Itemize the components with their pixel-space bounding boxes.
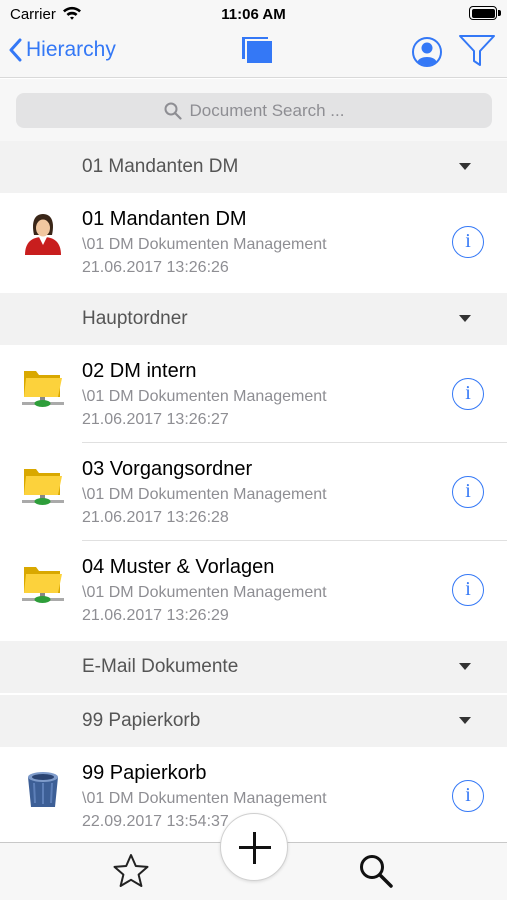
info-button[interactable]: i: [452, 226, 484, 258]
filter-icon[interactable]: [458, 34, 496, 68]
battery-icon: [469, 6, 501, 20]
item-path: \01 DM Dokumenten Management: [82, 486, 327, 503]
search-placeholder: Document Search ...: [189, 100, 345, 120]
list-item[interactable]: 04 Muster & Vorlagen \01 DM Dokumenten M…: [0, 541, 507, 639]
item-date: 21.06.2017 13:26:29: [82, 607, 229, 624]
list-item[interactable]: 01 Mandanten DM \01 DM Dokumenten Manage…: [0, 193, 507, 291]
caret-down-icon: [459, 663, 471, 670]
section-header-hauptordner[interactable]: Hauptordner: [0, 293, 507, 345]
search-area: Document Search ...: [0, 79, 507, 141]
item-title: 01 Mandanten DM: [82, 208, 247, 230]
list-item[interactable]: 03 Vorgangsordner \01 DM Dokumenten Mana…: [0, 443, 507, 541]
magnifier-icon[interactable]: [358, 853, 394, 889]
status-time: 11:06 AM: [221, 6, 286, 23]
client-person-icon: [25, 214, 61, 255]
item-path: \01 DM Dokumenten Management: [82, 236, 327, 253]
caret-down-icon: [459, 163, 471, 170]
item-date: 21.06.2017 13:26:26: [82, 259, 229, 276]
section-header-mandanten[interactable]: 01 Mandanten DM: [0, 141, 507, 193]
network-folder-icon: [22, 371, 64, 407]
network-folder-icon: [22, 469, 64, 505]
info-button[interactable]: i: [452, 378, 484, 410]
info-button[interactable]: i: [452, 780, 484, 812]
section-title: 01 Mandanten DM: [82, 156, 239, 177]
item-date: 21.06.2017 13:26:28: [82, 509, 229, 526]
section-header-papierkorb[interactable]: 99 Papierkorb: [0, 695, 507, 747]
chevron-left-icon: [9, 38, 22, 62]
user-circle-icon[interactable]: [411, 36, 443, 68]
navigation-bar: Hierarchy: [0, 28, 507, 78]
item-date: 21.06.2017 13:26:27: [82, 411, 229, 428]
stacked-documents-icon[interactable]: [241, 36, 275, 66]
item-path: \01 DM Dokumenten Management: [82, 584, 327, 601]
section-title: Hauptordner: [82, 308, 188, 329]
network-folder-icon: [22, 567, 64, 603]
search-icon: [164, 102, 182, 120]
item-date: 22.09.2017 13:54:37: [82, 813, 229, 830]
trash-bin-icon: [28, 772, 58, 807]
star-icon[interactable]: [112, 853, 150, 889]
back-button-label: Hierarchy: [26, 38, 116, 61]
list-item[interactable]: 02 DM intern \01 DM Dokumenten Managemen…: [0, 345, 507, 443]
back-button[interactable]: Hierarchy: [8, 38, 116, 62]
add-button[interactable]: [220, 813, 288, 881]
status-bar: Carrier 11:06 AM: [0, 0, 507, 28]
item-title: 02 DM intern: [82, 360, 197, 382]
item-path: \01 DM Dokumenten Management: [82, 388, 327, 405]
caret-down-icon: [459, 717, 471, 724]
item-path: \01 DM Dokumenten Management: [82, 790, 327, 807]
info-button[interactable]: i: [452, 476, 484, 508]
info-button[interactable]: i: [452, 574, 484, 606]
section-header-email[interactable]: E-Mail Dokumente: [0, 641, 507, 693]
item-title: 99 Papierkorb: [82, 762, 207, 784]
section-title: 99 Papierkorb: [82, 710, 201, 731]
caret-down-icon: [459, 315, 471, 322]
item-title: 04 Muster & Vorlagen: [82, 556, 275, 578]
document-search-field[interactable]: Document Search ...: [16, 93, 492, 128]
section-title: E-Mail Dokumente: [82, 656, 239, 677]
item-title: 03 Vorgangsordner: [82, 458, 253, 480]
